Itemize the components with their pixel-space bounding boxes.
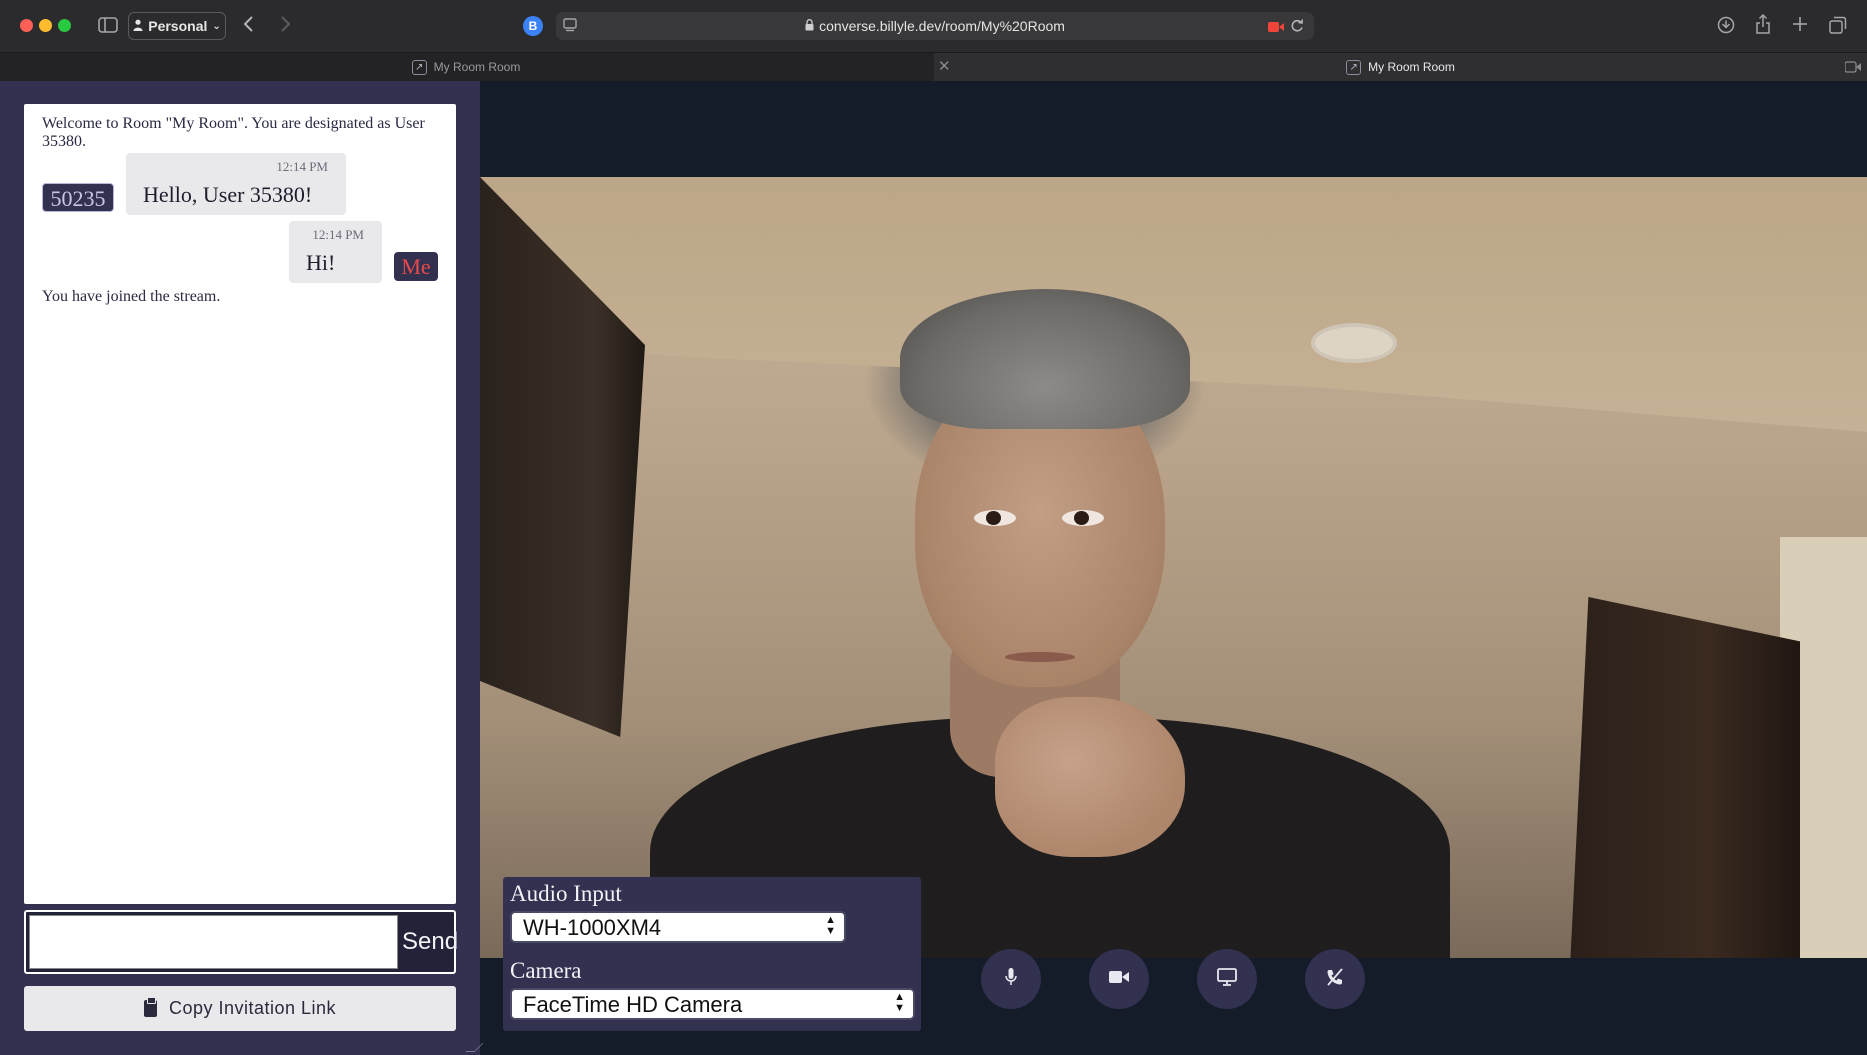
select-arrows-icon: ▲ ▼ bbox=[825, 914, 836, 937]
video-camera-icon bbox=[1109, 970, 1129, 989]
hang-up-button[interactable] bbox=[1305, 949, 1365, 1009]
clipboard-icon bbox=[143, 997, 157, 1017]
person-icon bbox=[133, 18, 143, 34]
tab-video-icon bbox=[1844, 61, 1861, 76]
close-window-button[interactable] bbox=[20, 19, 33, 32]
url-text: converse.billyle.dev/room/My%20Room bbox=[556, 12, 1314, 40]
microphone-toggle-button[interactable] bbox=[981, 949, 1041, 1009]
tab-bar: ↗ My Room Room ↗ My Room Room bbox=[0, 53, 1867, 81]
copy-invitation-link-button[interactable]: Copy Invitation Link bbox=[24, 986, 456, 1031]
address-bar[interactable]: converse.billyle.dev/room/My%20Room bbox=[556, 12, 1314, 40]
reload-icon[interactable] bbox=[1290, 18, 1304, 39]
user-badge-50235: 50235 bbox=[42, 183, 114, 212]
tab-my-room-2[interactable]: ↗ My Room Room bbox=[934, 53, 1867, 81]
message-timestamp: 12:14 PM bbox=[312, 227, 364, 242]
video-door bbox=[1570, 597, 1800, 958]
copy-invitation-link-label: Copy Invitation Link bbox=[168, 998, 337, 1018]
minimize-window-button[interactable] bbox=[39, 19, 52, 32]
video-ceiling-light bbox=[1315, 327, 1393, 359]
site-favicon-icon: ↗ bbox=[411, 59, 427, 75]
zoom-window-button[interactable] bbox=[58, 19, 71, 32]
audio-input-value: WH-1000XM4 bbox=[523, 915, 662, 940]
tab-close-icon[interactable]: ✕ bbox=[938, 57, 951, 75]
microphone-icon bbox=[1004, 967, 1018, 992]
system-message-welcome: Welcome to Room "My Room". You are desig… bbox=[42, 115, 425, 150]
sidebar-toggle-icon[interactable] bbox=[98, 16, 118, 37]
camera-in-use-icon[interactable] bbox=[1268, 20, 1284, 38]
browser-toolbar: Personal ⌄ B converse.billyle.dev/room/M… bbox=[0, 0, 1867, 53]
chevron-down-icon: ⌄ bbox=[212, 20, 221, 32]
video-person-hand bbox=[995, 697, 1185, 857]
downloads-icon[interactable] bbox=[1717, 16, 1735, 37]
message-input[interactable] bbox=[29, 915, 398, 969]
message-timestamp: 12:14 PM bbox=[276, 159, 328, 174]
url-value: converse.billyle.dev/room/My%20Room bbox=[819, 18, 1065, 34]
screen-share-button[interactable] bbox=[1197, 949, 1257, 1009]
lock-icon bbox=[805, 12, 814, 40]
tab-label: My Room Room bbox=[1368, 60, 1455, 74]
site-favicon-icon: ↗ bbox=[1346, 59, 1362, 75]
forward-arrow-icon[interactable] bbox=[278, 14, 292, 37]
chat-sidebar: Welcome to Room "My Room". You are desig… bbox=[0, 81, 484, 1055]
bitwarden-extension-icon[interactable]: B bbox=[523, 16, 543, 36]
message-text: Hello, User 35380! bbox=[143, 182, 313, 207]
room-page: Welcome to Room "My Room". You are desig… bbox=[0, 81, 1867, 1055]
new-tab-plus-icon[interactable] bbox=[1792, 16, 1808, 35]
send-button[interactable]: Send bbox=[402, 912, 458, 972]
camera-value: FaceTime HD Camera bbox=[523, 992, 743, 1017]
incoming-message-bubble: 12:14 PM Hello, User 35380! bbox=[126, 153, 346, 215]
camera-label: Camera bbox=[510, 958, 582, 983]
message-composer: Send bbox=[24, 910, 458, 974]
video-person-eye-left bbox=[974, 510, 1016, 526]
audio-input-label: Audio Input bbox=[510, 881, 622, 906]
hang-up-icon bbox=[1325, 967, 1345, 992]
camera-toggle-button[interactable] bbox=[1089, 949, 1149, 1009]
select-arrows-icon: ▲ ▼ bbox=[894, 991, 905, 1014]
user-badge-me: Me bbox=[394, 252, 438, 281]
back-arrow-icon[interactable] bbox=[242, 14, 256, 37]
screen-share-icon bbox=[1217, 967, 1237, 991]
video-person-hair bbox=[900, 289, 1190, 429]
resize-grip-icon[interactable] bbox=[465, 1043, 484, 1052]
camera-select[interactable]: FaceTime HD Camera ▲ ▼ bbox=[510, 988, 915, 1020]
message-text: Hi! bbox=[306, 250, 336, 275]
profile-switcher[interactable]: Personal ⌄ bbox=[128, 12, 226, 40]
video-person-mouth bbox=[1005, 652, 1075, 662]
device-settings-panel: Audio Input WH-1000XM4 ▲ ▼ Camera FaceTim… bbox=[503, 877, 921, 1031]
video-person-eye-right bbox=[1062, 510, 1104, 526]
chat-log[interactable]: Welcome to Room "My Room". You are desig… bbox=[24, 104, 456, 904]
profile-label: Personal bbox=[148, 18, 208, 34]
system-message-joined: You have joined the stream. bbox=[42, 288, 221, 305]
video-stream bbox=[480, 177, 1867, 958]
share-icon[interactable] bbox=[1755, 13, 1771, 37]
tab-overview-icon[interactable] bbox=[1829, 16, 1847, 37]
tab-label: My Room Room bbox=[433, 60, 521, 74]
tab-my-room-1[interactable]: ↗ My Room Room bbox=[0, 53, 932, 81]
audio-input-select[interactable]: WH-1000XM4 ▲ ▼ bbox=[510, 911, 846, 943]
outgoing-message-bubble: 12:14 PM Hi! bbox=[289, 221, 382, 283]
